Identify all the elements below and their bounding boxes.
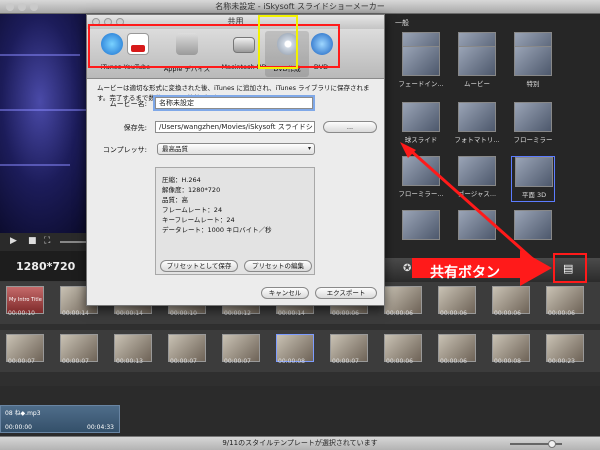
clip-duration: 00:00:07 xyxy=(62,358,89,365)
toolbar-highlight-box xyxy=(88,24,340,68)
style-category-label: 一般 xyxy=(395,19,409,27)
stop-icon[interactable]: ■ xyxy=(28,236,37,246)
callout-text: 共有ボタン xyxy=(430,265,500,281)
browse-button[interactable]: ... xyxy=(323,121,377,133)
style-tile[interactable] xyxy=(455,210,499,256)
compression-info-box: 圧縮：H.264 解像度：1280*720 品質：高 フレームレート：24 キー… xyxy=(155,167,315,275)
clip-duration: 00:00:06 xyxy=(494,310,521,317)
clip-duration: 00:00:23 xyxy=(548,358,575,365)
dvd-highlight-box xyxy=(258,15,298,69)
style-tile[interactable]: ゴージャス... xyxy=(455,156,499,202)
playback-controls: ▶ ■ ⛶ xyxy=(0,233,100,251)
style-tile[interactable]: ムービー xyxy=(455,46,499,92)
clip-duration: 00:00:07 xyxy=(170,358,197,365)
export-button[interactable]: エクスポート xyxy=(315,287,377,299)
movie-name-field[interactable]: 名称未設定 xyxy=(155,97,313,109)
clip-duration: 00:00:14 xyxy=(278,310,305,317)
clip-duration: 00:00:07 xyxy=(332,358,359,365)
star-icon[interactable]: ✪ xyxy=(403,263,411,274)
zoom-window-button[interactable] xyxy=(30,3,38,11)
status-text: 9/11のスタイルテンプレートが選択されています xyxy=(222,439,378,447)
status-bar: 9/11のスタイルテンプレートが選択されています xyxy=(0,436,600,450)
zoom-slider-knob[interactable] xyxy=(548,440,556,448)
clip-duration: 00:00:14 xyxy=(116,310,143,317)
style-tile[interactable]: 特別 xyxy=(511,46,555,92)
compressor-select[interactable]: 最高品質 ▾ xyxy=(157,143,315,155)
fullscreen-icon[interactable]: ⛶ xyxy=(44,236,50,246)
clip-duration: 00:00:06 xyxy=(548,310,575,317)
save-preset-button[interactable]: プリセットとして保存 xyxy=(160,260,238,272)
clip-duration: 00:00:06 xyxy=(386,358,413,365)
movie-name-label: ムービー名: xyxy=(109,100,147,108)
clip-duration: 00:00:12 xyxy=(224,310,251,317)
clip-duration: 00:00:13 xyxy=(116,358,143,365)
clip-duration: 00:00:14 xyxy=(62,310,89,317)
window-titlebar: 名称未設定 - iSkysoft スライドショーメーカー xyxy=(0,0,600,14)
audio-end-time: 00:04:33 xyxy=(87,424,114,431)
audio-clip[interactable]: 08 ね◆.mp3 00:00:00 00:04:33 xyxy=(0,405,120,433)
audio-start-time: 00:00:00 xyxy=(5,424,32,431)
info-line: 解像度：1280*720 xyxy=(162,186,221,194)
style-tile[interactable]: フォトマトリ... xyxy=(454,102,500,148)
clip-duration: 00:00:07 xyxy=(224,358,251,365)
chevron-down-icon: ▾ xyxy=(307,145,311,152)
minimize-window-button[interactable] xyxy=(18,3,26,11)
play-icon[interactable]: ▶ xyxy=(10,236,17,246)
style-tile[interactable] xyxy=(511,210,555,256)
save-to-field[interactable]: /Users/wangzhen/Movies/iSkysoft スライドシ xyxy=(155,121,315,133)
style-tile[interactable]: 球スライド xyxy=(399,102,443,148)
window-title: 名称未設定 - iSkysoft スライドショーメーカー xyxy=(215,2,385,11)
clip-duration: 00:00:06 xyxy=(440,310,467,317)
info-line: フレームレート：24 xyxy=(162,206,223,214)
title-clip-text: My Intro Title xyxy=(9,297,42,303)
style-tile[interactable]: フローミラー xyxy=(511,102,555,148)
info-line: キーフレームレート：24 xyxy=(162,216,235,224)
style-tile-selected[interactable]: 平面 3D xyxy=(511,156,555,202)
info-line: 品質：高 xyxy=(162,196,188,204)
resolution-bar: 1280*720 xyxy=(0,251,100,281)
clip-duration: 00:00:07 xyxy=(8,358,35,365)
slideshow-preview xyxy=(0,14,100,233)
clip-duration: 00:00:08 xyxy=(494,358,521,365)
clip-duration: 00:00:10 xyxy=(8,310,35,317)
save-to-label: 保存先: xyxy=(123,124,147,132)
close-window-button[interactable] xyxy=(6,3,14,11)
clip-duration: 00:00:08 xyxy=(278,358,305,365)
clip-duration: 00:00:06 xyxy=(332,310,359,317)
compressor-label: コンプレッサ: xyxy=(102,146,147,154)
style-template-panel: 一般 フェードイン... ムービー 特別 球スライド フォトマトリ... フロー… xyxy=(383,14,600,258)
edit-preset-button[interactable]: プリセットの編集 xyxy=(244,260,312,272)
resolution-label: 1280*720 xyxy=(16,260,76,273)
clip-duration: 00:00:06 xyxy=(386,310,413,317)
info-line: 圧縮：H.264 xyxy=(162,176,201,184)
style-tile[interactable]: フローミラー... xyxy=(398,156,444,202)
share-button-callout: 共有ボタン xyxy=(414,256,524,288)
audio-filename: 08 ね◆.mp3 xyxy=(5,410,41,417)
share-button-highlight-box xyxy=(553,253,587,283)
clip-duration: 00:00:10 xyxy=(170,310,197,317)
style-tile[interactable]: フェードイン... xyxy=(398,46,444,92)
style-tile[interactable] xyxy=(399,210,443,256)
clip-duration: 00:00:06 xyxy=(440,358,467,365)
info-line: データレート：1000 キロバイト／秒 xyxy=(162,226,272,234)
cancel-button[interactable]: キャンセル xyxy=(261,287,309,299)
